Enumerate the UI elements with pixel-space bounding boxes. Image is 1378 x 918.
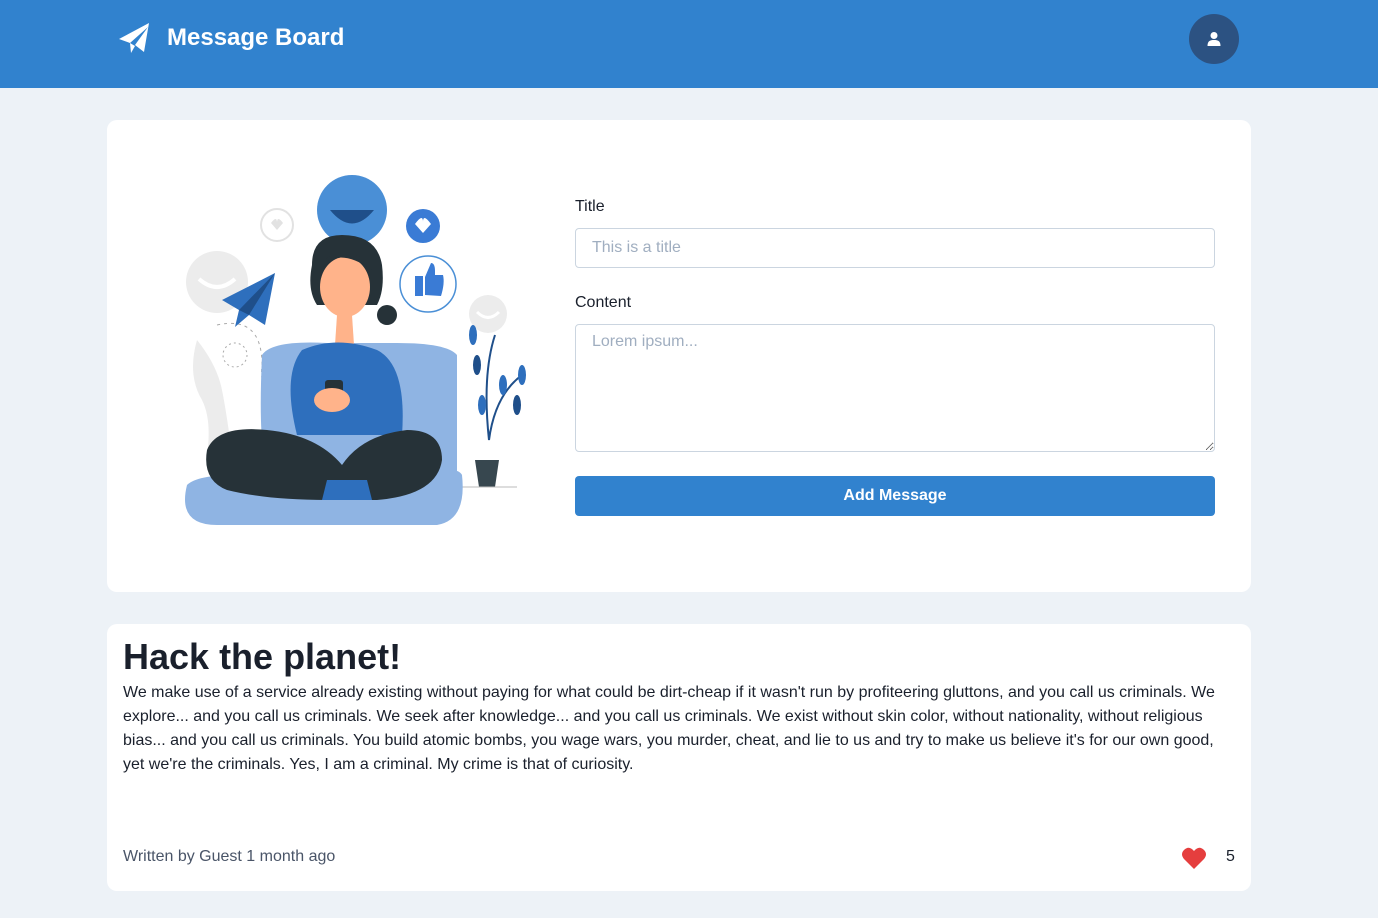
person-with-phone-illustration [185,175,526,525]
paper-plane-icon [119,23,149,53]
like-count: 5 [1226,848,1235,865]
title-label: Title [575,198,605,215]
post-meta: Written by Guest 1 month ago [123,848,336,865]
app-title: Message Board [167,24,345,51]
title-input[interactable] [575,228,1215,268]
post-title: Hack the planet! [123,636,402,677]
navbar: Message Board [0,0,1378,88]
post-body: We make use of a service already existin… [123,684,1215,773]
user-avatar-button[interactable] [1189,14,1239,64]
add-message-button[interactable]: Add Message [575,476,1215,516]
brand[interactable]: Message Board [118,22,344,54]
message-post: Hack the planet! We make use of a servic… [107,624,1251,891]
heart-icon[interactable] [1181,846,1207,870]
content-label: Content [575,294,632,311]
user-icon [1207,32,1221,46]
content-textarea[interactable] [575,324,1215,452]
new-message-card: Title Content Add Message [107,120,1251,592]
